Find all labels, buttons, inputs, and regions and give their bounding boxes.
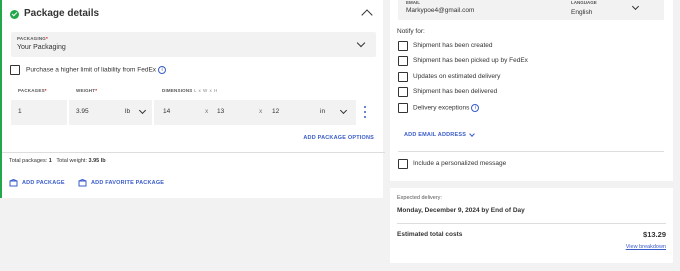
length-value: 14 — [163, 108, 171, 115]
packaging-label: PACKAGING* — [17, 36, 48, 41]
notify-updates-checkbox[interactable] — [398, 72, 408, 82]
notify-picked-up-checkbox[interactable] — [398, 56, 408, 66]
shipment-page: Package details PACKAGING* Your Packagin… — [0, 0, 680, 271]
divider — [398, 151, 664, 152]
chevron-down-icon — [339, 106, 348, 115]
notify-option-label: Delivery exceptions i — [413, 104, 480, 112]
notify-created-checkbox[interactable] — [398, 41, 408, 51]
chevron-up-icon[interactable] — [361, 9, 373, 21]
view-breakdown-link[interactable]: View breakdown — [626, 244, 666, 250]
shipment-summary: Expected delivery: Monday, December 9, 2… — [390, 188, 673, 263]
dimensions-label: DIMENSIONS L x W x H — [162, 88, 218, 93]
chevron-down-icon — [631, 2, 640, 11]
package-totals: Total packages: 1 Total weight: 3.95 lb — [9, 158, 106, 164]
expected-delivery-date: Monday, December 9, 2024 by End of Day — [397, 207, 525, 214]
package-details-panel: Package details PACKAGING* Your Packagin… — [0, 0, 385, 198]
favorite-package-icon — [78, 179, 87, 187]
chevron-down-icon — [469, 130, 475, 137]
liability-label: Purchase a higher limit of liability fro… — [26, 66, 167, 74]
add-favorite-package-button[interactable]: ADD FAVORITE PACKAGE — [78, 179, 164, 187]
expected-delivery-label: Expected delivery: — [397, 195, 442, 201]
add-package-options-link[interactable]: ADD PACKAGE OPTIONS — [303, 135, 374, 141]
notify-delivered-checkbox[interactable] — [398, 87, 408, 97]
estimated-total-label: Estimated total costs — [397, 231, 463, 238]
more-options-icon[interactable] — [363, 106, 367, 118]
info-icon[interactable]: i — [471, 104, 480, 112]
language-select[interactable]: English — [571, 9, 592, 16]
add-email-address-button[interactable]: ADD EMAIL ADDRESS — [404, 130, 475, 138]
required-mark: * — [45, 36, 48, 41]
email-value: Markypoe4@gmail.com — [406, 7, 475, 14]
packaging-value: Your Packaging — [17, 44, 66, 51]
language-label: LANGUAGE — [571, 0, 597, 5]
info-icon[interactable]: i — [158, 66, 167, 74]
divider — [2, 152, 385, 153]
dimension-unit-select[interactable]: in — [320, 108, 325, 115]
personalized-message-label: Include a personalized message — [413, 160, 507, 167]
notify-exceptions-checkbox[interactable] — [398, 103, 408, 113]
packages-input[interactable]: 1 — [11, 100, 67, 125]
personalized-message-checkbox[interactable] — [398, 159, 408, 169]
notify-title: Notify for: — [397, 28, 425, 35]
email-field[interactable]: EMAIL Markypoe4@gmail.com LANGUAGE Engli… — [398, 0, 664, 20]
weight-input[interactable]: 3.95 lb — [69, 100, 152, 125]
weight-label: WEIGHT* — [76, 88, 98, 93]
width-value: 13 — [217, 108, 225, 115]
check-circle-icon — [10, 10, 19, 19]
liability-checkbox[interactable] — [10, 65, 20, 75]
estimated-total-value: $13.29 — [643, 230, 666, 239]
divider — [397, 223, 666, 224]
chevron-down-icon — [356, 38, 366, 48]
chevron-down-icon — [138, 106, 147, 115]
weight-unit-select[interactable]: lb — [125, 108, 130, 115]
notify-option-label: Shipment has been picked up by FedEx — [413, 57, 528, 64]
dimensions-input[interactable]: 14 x 13 x 12 in — [154, 100, 356, 125]
add-package-button[interactable]: ADD PACKAGE — [9, 179, 65, 187]
notification-panel: EMAIL Markypoe4@gmail.com LANGUAGE Engli… — [390, 0, 673, 181]
package-details-title: Package details — [24, 8, 100, 19]
package-details-header[interactable]: Package details — [10, 8, 376, 24]
packages-label: PACKAGES* — [18, 88, 47, 93]
email-label: EMAIL — [406, 0, 420, 5]
add-package-icon — [9, 179, 18, 187]
notify-option-label: Updates on estimated delivery — [413, 73, 501, 80]
notify-option-label: Shipment has been created — [413, 42, 493, 49]
dimensions-sublabel: L x W x H — [193, 88, 218, 93]
packaging-select[interactable]: PACKAGING* Your Packaging — [11, 32, 376, 57]
height-value: 12 — [272, 108, 280, 115]
notify-option-label: Shipment has been delivered — [413, 88, 498, 95]
